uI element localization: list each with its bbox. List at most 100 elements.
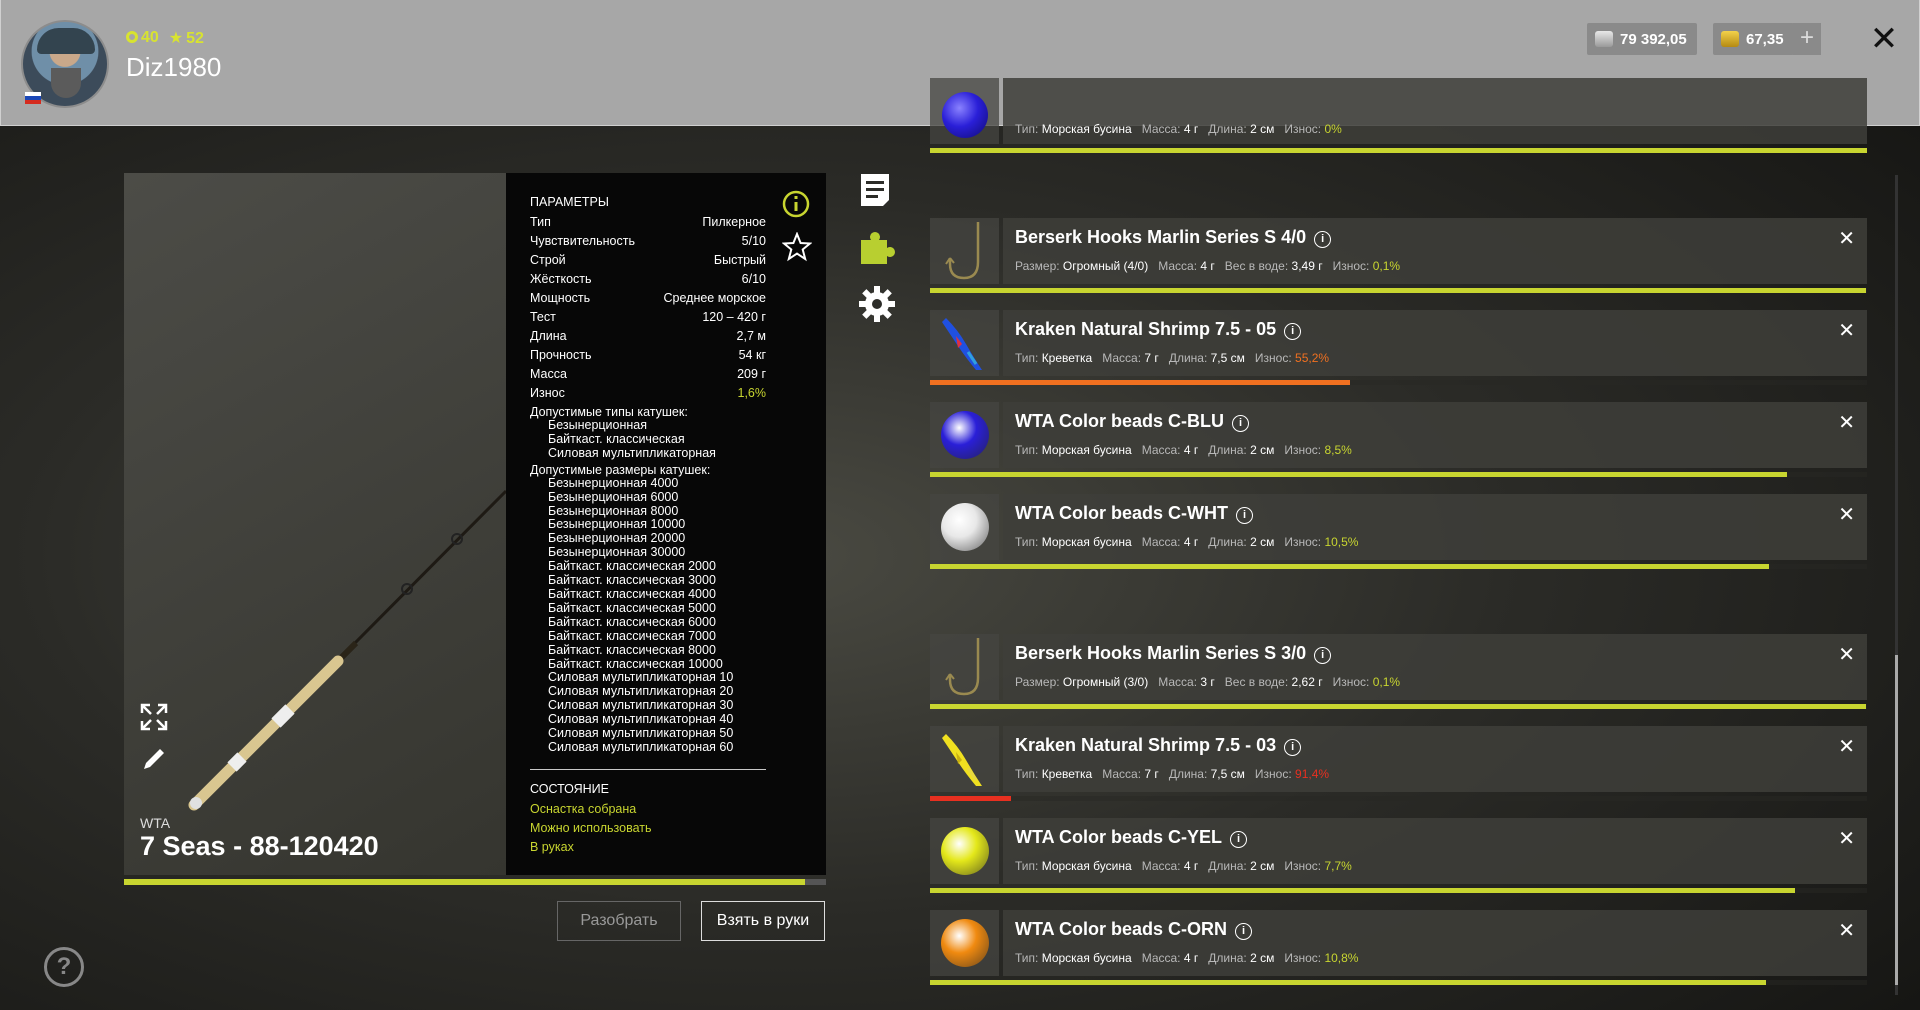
- remove-item-button[interactable]: ✕: [1838, 410, 1855, 435]
- info-small-icon[interactable]: i: [1232, 415, 1249, 432]
- state-line: Можно использовать: [530, 820, 652, 835]
- list-item-partial[interactable]: Тип: Морская бусина Масса: 4 г Длина: 2 …: [930, 78, 1867, 153]
- reel-size-item: Безынерционная 30000: [548, 545, 686, 560]
- list-item[interactable]: WTA Color beads C-BLU i Тип: Морская бусин…: [930, 402, 1867, 477]
- info-small-icon[interactable]: i: [1235, 923, 1252, 940]
- info-small-icon[interactable]: i: [1284, 323, 1302, 340]
- remove-item-button[interactable]: ✕: [1838, 734, 1855, 759]
- info-small-icon[interactable]: i: [1230, 831, 1247, 848]
- reel-size-item: Силовая мультипликаторная 30: [548, 698, 734, 713]
- reel-size-item: Байткаст. классическая 5000: [548, 600, 716, 615]
- param-value: 6/10: [741, 272, 766, 286]
- item-wear-bar: [930, 148, 1867, 153]
- param-label: Строй: [530, 253, 566, 267]
- param-label: Жёсткость: [530, 272, 592, 286]
- rod-condition-bar: [124, 879, 826, 885]
- param-row: Строй Быстрый: [530, 251, 766, 270]
- remove-item-button[interactable]: ✕: [1838, 502, 1855, 527]
- remove-item-button[interactable]: ✕: [1838, 642, 1855, 667]
- info-small-icon[interactable]: i: [1314, 647, 1332, 664]
- rod-image: [188, 489, 506, 811]
- add-currency-button[interactable]: +: [1793, 23, 1821, 55]
- list-item[interactable]: Kraken Natural Shrimp 7.5 - 05 i Тип: Крев…: [930, 310, 1867, 385]
- list-item[interactable]: Berserk Hooks Marlin Series S 3/0 i Размер…: [930, 634, 1867, 709]
- item-wear-fill: [930, 288, 1867, 293]
- item-thumbnail: [930, 634, 999, 700]
- expand-icon[interactable]: [140, 703, 168, 731]
- silver-coins-icon: [1595, 31, 1613, 47]
- param-value: 5/10: [741, 234, 766, 248]
- item-wear-bar: [930, 980, 1867, 985]
- star-small-icon: ★: [168, 30, 184, 47]
- reel-size-item: Безынерционная 10000: [548, 517, 686, 532]
- param-row: Тест 120 – 420 г: [530, 308, 766, 327]
- item-wear-bar: [930, 796, 1867, 801]
- reel-size-item: Силовая мультипликаторная 50: [548, 726, 734, 741]
- info-icon[interactable]: [782, 190, 810, 218]
- reel-type-item: Байткаст. классическая: [548, 431, 685, 446]
- star-icon[interactable]: [782, 232, 812, 262]
- item-wear-bar: [930, 380, 1867, 385]
- shrimp-icon: [942, 734, 982, 786]
- reel-size-item: Байткаст. классическая 10000: [548, 656, 723, 671]
- list-item[interactable]: Kraken Natural Shrimp 7.5 - 03 i Тип: Крев…: [930, 726, 1867, 801]
- help-icon[interactable]: ?: [44, 947, 84, 987]
- item-thumbnail: [930, 726, 999, 792]
- item-name: WTA Color beads C-ORN i: [1015, 919, 1252, 940]
- item-description: Тип: Морская бусина Масса: 4 г Длина: 2 …: [1015, 859, 1352, 873]
- bead-icon: [941, 919, 989, 967]
- item-description: Тип: Морская бусина Масса: 4 г Длина: 2 …: [1015, 951, 1359, 965]
- remove-item-button[interactable]: ✕: [1838, 226, 1855, 251]
- item-thumbnail: [930, 910, 999, 976]
- take-in-hands-button[interactable]: Взять в руки: [701, 901, 825, 941]
- list-item[interactable]: WTA Color beads C-ORN i Тип: Морская бусин…: [930, 910, 1867, 985]
- remove-item-button[interactable]: ✕: [1838, 826, 1855, 851]
- scrollbar[interactable]: [1895, 175, 1898, 995]
- param-value: Пилкерное: [702, 215, 766, 229]
- info-small-icon[interactable]: i: [1314, 231, 1332, 248]
- list-item[interactable]: WTA Color beads C-YEL i Тип: Морская бусин…: [930, 818, 1867, 893]
- username: Diz1980: [126, 52, 222, 82]
- reel-size-item: Силовая мультипликаторная 20: [548, 684, 734, 699]
- silver-balance: 79 392,05: [1587, 23, 1697, 55]
- item-description: Тип: Креветка Масса: 7 г Длина: 7,5 см И…: [1015, 767, 1330, 781]
- puzzle-icon[interactable]: [857, 228, 897, 268]
- item-wear-fill: [930, 980, 1766, 985]
- param-row: Жёсткость 6/10: [530, 270, 766, 289]
- info-small-icon[interactable]: i: [1235, 507, 1253, 524]
- item-wear-fill: [930, 380, 1350, 385]
- param-row: Мощность Среднее морское: [530, 289, 766, 308]
- bead-icon: [942, 92, 988, 138]
- param-row: Длина 2,7 м: [530, 327, 766, 346]
- parameters-title: ПАРАМЕТРЫ: [530, 195, 609, 209]
- reel-size-item: Силовая мультипликаторная 40: [548, 712, 734, 727]
- reel-size-item: Байткаст. классическая 2000: [548, 559, 716, 574]
- rod-condition-fill: [124, 879, 805, 885]
- param-row: Масса 209 г: [530, 365, 766, 384]
- param-label: Длина: [530, 329, 567, 343]
- list-item[interactable]: Berserk Hooks Marlin Series S 4/0 i Размер…: [930, 218, 1867, 293]
- close-button[interactable]: ✕: [1865, 20, 1903, 58]
- item-description: Тип: Креветка Масса: 7 г Длина: 7,5 см И…: [1015, 351, 1330, 365]
- item-card: WTA Color beads C-ORN i Тип: Морская бусин…: [1003, 910, 1867, 976]
- item-description: Тип: Морская бусина Масса: 4 г Длина: 2 …: [1015, 535, 1359, 549]
- reel-size-item: Безынерционная 20000: [548, 531, 686, 546]
- list-item[interactable]: WTA Color beads C-WHT i Тип: Морская бусин…: [930, 494, 1867, 569]
- remove-item-button[interactable]: ✕: [1838, 318, 1855, 343]
- pen-icon[interactable]: [140, 745, 168, 773]
- info-small-icon[interactable]: i: [1284, 739, 1302, 756]
- param-row: Тип Пилкерное: [530, 213, 766, 232]
- param-label: Износ: [530, 386, 565, 400]
- player-stats: 40 ★ 52: [126, 28, 204, 48]
- gear-icon[interactable]: [857, 284, 897, 324]
- param-value: 209 г: [737, 367, 766, 381]
- reel-size-item: Безынерционная 8000: [548, 503, 679, 518]
- param-value: Быстрый: [713, 253, 766, 267]
- flag-icon: [25, 92, 41, 104]
- scrollbar-thumb[interactable]: [1895, 655, 1898, 985]
- disassemble-button[interactable]: Разобрать: [557, 901, 681, 941]
- notes-icon[interactable]: [857, 170, 897, 210]
- remove-item-button[interactable]: ✕: [1838, 918, 1855, 943]
- level-indicator: 40: [126, 29, 159, 47]
- item-card: WTA Color beads C-WHT i Тип: Морская бусин…: [1003, 494, 1867, 560]
